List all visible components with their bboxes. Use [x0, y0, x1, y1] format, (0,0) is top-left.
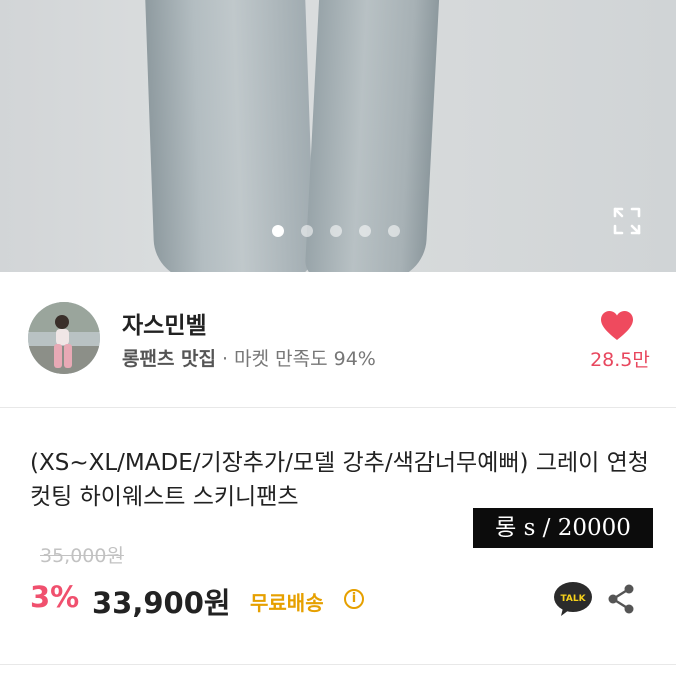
carousel-dot-3[interactable] — [330, 225, 342, 237]
expand-icon[interactable] — [611, 205, 643, 237]
talk-label: TALK — [560, 594, 586, 604]
info-icon[interactable]: i — [344, 589, 364, 609]
carousel-dot-2[interactable] — [301, 225, 313, 237]
discount-rate: 3% — [30, 580, 80, 614]
divider — [0, 664, 676, 665]
carousel-dot-4[interactable] — [359, 225, 371, 237]
avatar-photo — [28, 302, 100, 374]
original-price: 35,000원 — [40, 545, 124, 567]
size-price-overlay: 롱 s / 20000 — [473, 508, 653, 548]
carousel-dot-5[interactable] — [388, 225, 400, 237]
seller-tagline: 롱팬츠 맛집 — [122, 348, 217, 370]
free-shipping-label: 무료배송 — [250, 591, 324, 615]
seller-name[interactable]: 자스민벨 — [122, 306, 207, 340]
seller-subtitle: 롱팬츠 맛집 · 마켓 만족도 94% — [122, 344, 376, 371]
seller-avatar[interactable] — [28, 302, 100, 374]
product-title: (XS~XL/MADE/기장추가/모델 강추/색감너무예뻐) 그레이 연청 컷팅… — [30, 450, 649, 510]
separator: · — [216, 348, 235, 370]
like-count: 28.5만 — [590, 349, 650, 371]
kakaotalk-icon[interactable]: TALK — [553, 581, 593, 617]
carousel-dot-1[interactable] — [272, 225, 284, 237]
product-image-carousel[interactable] — [0, 0, 676, 272]
heart-icon[interactable] — [600, 310, 634, 342]
market-satisfaction: 마켓 만족도 94% — [234, 348, 376, 370]
share-icon[interactable] — [605, 583, 637, 615]
carousel-indicator — [272, 225, 400, 237]
sale-price: 33,900원 — [92, 586, 231, 620]
seller-section — [0, 272, 676, 408]
